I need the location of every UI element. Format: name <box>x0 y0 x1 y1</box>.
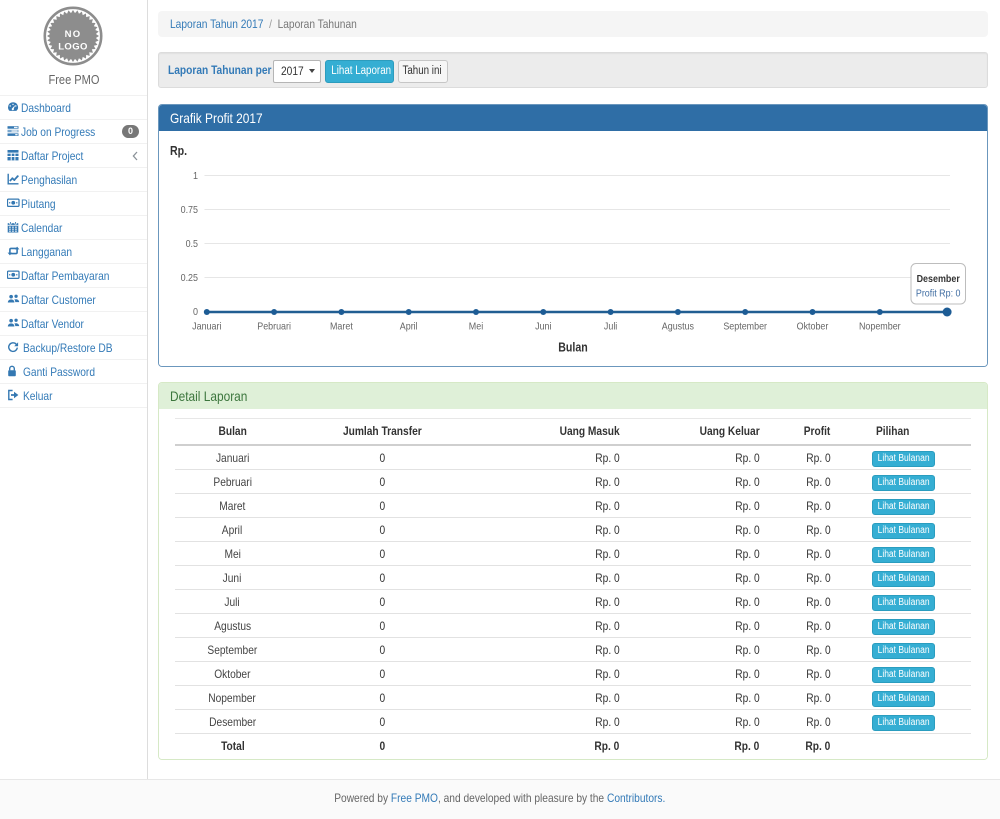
svg-text:0.75: 0.75 <box>181 204 199 216</box>
svg-text:Januari: Januari <box>192 321 221 333</box>
svg-text:Agustus: Agustus <box>662 321 694 333</box>
svg-text:Nopember: Nopember <box>859 321 901 333</box>
svg-text:Rp.: Rp. <box>170 144 187 158</box>
svg-text:LOGO: LOGO <box>58 42 88 53</box>
svg-text:1: 1 <box>193 170 198 182</box>
svg-text:September: September <box>723 321 767 333</box>
svg-text:Profit Rp: 0: Profit Rp: 0 <box>916 288 961 300</box>
svg-text:Desember: Desember <box>917 273 960 285</box>
svg-text:Juli: Juli <box>604 321 617 333</box>
svg-text:0: 0 <box>193 306 198 318</box>
svg-text:0.25: 0.25 <box>181 272 199 284</box>
svg-text:April: April <box>400 321 418 333</box>
svg-text:Oktober: Oktober <box>797 321 829 333</box>
svg-text:Mei: Mei <box>469 321 483 333</box>
svg-text:Bulan: Bulan <box>558 341 588 355</box>
svg-text:0.5: 0.5 <box>186 238 199 250</box>
svg-text:Maret: Maret <box>330 321 353 333</box>
svg-text:NO: NO <box>65 29 82 40</box>
svg-text:Pebruari: Pebruari <box>257 321 291 333</box>
svg-text:Juni: Juni <box>535 321 551 333</box>
